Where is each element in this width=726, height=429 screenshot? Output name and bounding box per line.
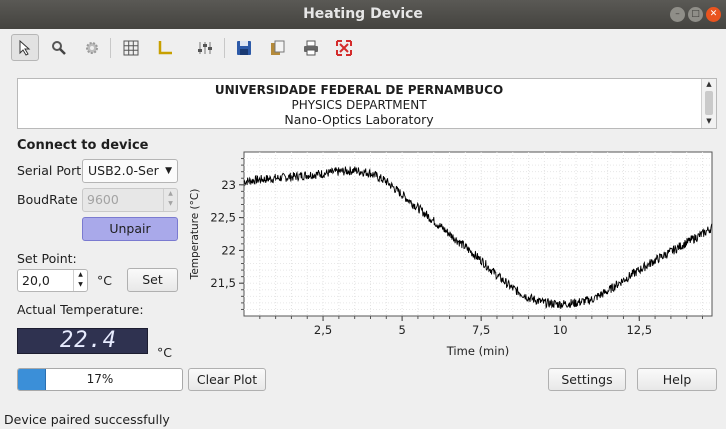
scroll-down-icon[interactable]: ▼: [704, 117, 714, 125]
progress-bar: 17%: [17, 368, 183, 391]
setpoint-label: Set Point:: [17, 251, 77, 266]
temperature-plot[interactable]: 2,5 5 7,5 10 12,5 21,5 22 22,5 23 Time (min) Tempe…: [188, 148, 716, 362]
status-bar-message: Device paired successfully: [4, 412, 170, 427]
print-icon[interactable]: [297, 34, 325, 61]
y-tick-label: 22,5: [210, 211, 236, 225]
serial-port-value: USB2.0-Ser: [88, 163, 159, 178]
title-bar: Heating Device – □ ✕: [0, 0, 726, 29]
grid-icon[interactable]: [117, 34, 145, 61]
set-button[interactable]: Set: [127, 268, 178, 292]
toolbar: [0, 29, 726, 65]
sliders-icon[interactable]: [191, 34, 219, 61]
serial-port-label: Serial Port: [17, 163, 82, 178]
x-tick-label: 5: [398, 323, 405, 337]
settings-button[interactable]: Settings: [548, 368, 626, 391]
baudrate-label: BoudRate: [17, 192, 78, 207]
pointer-icon[interactable]: [11, 34, 39, 61]
y-axis-label: Temperature (°C): [189, 189, 201, 281]
department-name: PHYSICS DEPARTMENT: [291, 98, 427, 112]
clear-plot-button[interactable]: Clear Plot: [188, 368, 266, 391]
setpoint-unit: °C: [97, 273, 112, 288]
window-title: Heating Device: [303, 6, 423, 22]
x-axis-label: Time (min): [446, 344, 509, 358]
y-tick-label: 23: [221, 178, 236, 192]
header-scrollbar[interactable]: ▲ ▼: [701, 79, 716, 128]
x-tick-label: 10: [553, 323, 568, 337]
baudrate-spinbox: 9600 ▲ ▼: [82, 188, 178, 212]
gear-icon[interactable]: [78, 34, 106, 61]
actual-temperature-label: Actual Temperature:: [17, 302, 144, 317]
unpair-button[interactable]: Unpair: [82, 217, 178, 241]
progress-text: 17%: [86, 372, 114, 386]
temperature-lcd-display: 22.4: [17, 328, 148, 354]
laboratory-name: Nano-Optics Laboratory: [284, 112, 434, 127]
close-button[interactable]: ✕: [706, 7, 721, 22]
chevron-down-icon: ▼: [165, 166, 172, 176]
institution-header: UNIVERSIDADE FEDERAL DE PERNAMBUCO PHYSI…: [17, 78, 717, 129]
help-button[interactable]: Help: [637, 368, 717, 391]
scroll-thumb[interactable]: [705, 91, 713, 115]
setpoint-spinbox[interactable]: 20,0 ▲ ▼: [17, 269, 88, 292]
copy-icon[interactable]: [263, 34, 291, 61]
axes-icon[interactable]: [151, 34, 179, 61]
x-tick-label: 7,5: [472, 323, 490, 337]
baudrate-value: 9600: [87, 192, 119, 207]
y-tick-label: 22: [221, 243, 236, 257]
setpoint-value: 20,0: [22, 273, 50, 288]
minimize-button[interactable]: –: [670, 7, 685, 22]
university-name: UNIVERSIDADE FEDERAL DE PERNAMBUCO: [214, 83, 504, 97]
y-tick-label: 21,5: [210, 276, 236, 290]
temperature-chart-svg: 2,5 5 7,5 10 12,5 21,5 22 22,5 23 Time (min) Tempe…: [189, 151, 713, 358]
serial-port-select[interactable]: USB2.0-Ser ▼: [82, 159, 178, 183]
fullscreen-icon[interactable]: [330, 34, 358, 61]
actual-temperature-unit: °C: [157, 345, 172, 360]
spin-arrows-icon[interactable]: ▲ ▼: [73, 270, 87, 291]
save-icon[interactable]: [230, 34, 258, 61]
scroll-up-icon[interactable]: ▲: [704, 80, 714, 88]
x-tick-label: 12,5: [626, 323, 652, 337]
connect-section-title: Connect to device: [17, 138, 149, 153]
spin-arrows-icon: ▲ ▼: [163, 189, 177, 211]
x-tick-label: 2,5: [314, 323, 332, 337]
maximize-button[interactable]: □: [688, 7, 703, 22]
zoom-icon[interactable]: [45, 34, 73, 61]
